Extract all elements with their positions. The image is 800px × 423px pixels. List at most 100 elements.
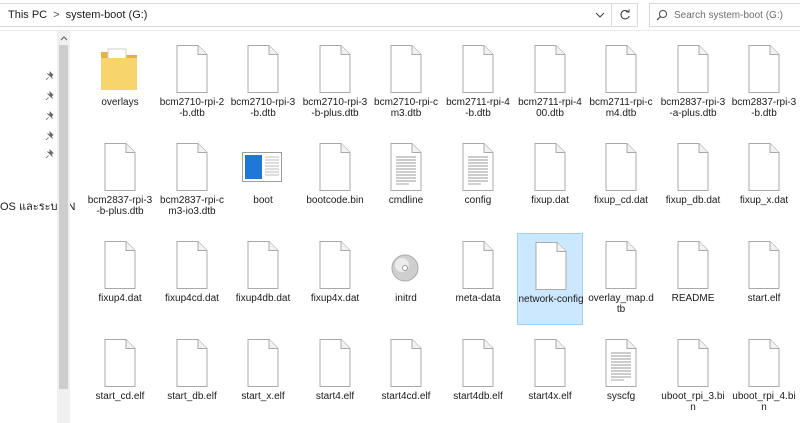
- text-document-icon: [457, 142, 497, 192]
- file-icon: [242, 338, 282, 388]
- file-item[interactable]: cmdline: [373, 135, 439, 227]
- file-name: fixup_x.dat: [739, 195, 789, 206]
- file-name: fixup.dat: [531, 195, 569, 206]
- file-item[interactable]: fixup4x.dat: [302, 233, 368, 325]
- file-item[interactable]: fixup4cd.dat: [159, 233, 225, 325]
- file-item[interactable]: uboot_rpi_3.bin: [660, 331, 726, 423]
- file-name: syscfg: [606, 391, 636, 402]
- file-name: bcm2710-rpi-3-b-plus.dtb: [302, 97, 368, 119]
- address-dropdown-button[interactable]: [589, 4, 611, 26]
- file-item[interactable]: start_db.elf: [159, 331, 225, 423]
- file-icon: [529, 338, 569, 388]
- file-item[interactable]: start4db.elf: [445, 331, 511, 423]
- address-bar[interactable]: This PC > system-boot (G:): [0, 3, 612, 27]
- file-name: start_cd.elf: [95, 391, 145, 402]
- file-item[interactable]: fixup4db.dat: [230, 233, 296, 325]
- file-name: start4db.elf: [453, 391, 503, 402]
- file-name: network-config: [518, 294, 584, 305]
- file-icon: [171, 142, 211, 192]
- pin-icon[interactable]: [45, 111, 55, 121]
- file-name: boot: [253, 195, 273, 206]
- file-item[interactable]: bcm2837-rpi-3-b.dtb: [731, 37, 797, 129]
- file-item[interactable]: overlays: [87, 37, 153, 129]
- file-item[interactable]: start4.elf: [302, 331, 368, 423]
- file-item[interactable]: bcm2837-rpi-3-b-plus.dtb: [87, 135, 153, 227]
- file-item[interactable]: bcm2710-rpi-cm3.dtb: [373, 37, 439, 129]
- file-icon: [99, 338, 139, 388]
- file-item[interactable]: start4x.elf: [517, 331, 583, 423]
- file-item[interactable]: bcm2710-rpi-3-b-plus.dtb: [302, 37, 368, 129]
- navigation-scrollbar[interactable]: [57, 31, 70, 423]
- file-name: fixup4cd.dat: [165, 293, 219, 304]
- file-icon: [672, 240, 712, 290]
- file-item[interactable]: fixup_db.dat: [660, 135, 726, 227]
- file-name: bcm2710-rpi-cm3.dtb: [374, 97, 438, 119]
- pin-icon[interactable]: [45, 71, 55, 81]
- file-item[interactable]: network-config: [517, 233, 584, 325]
- file-icon: [385, 338, 425, 388]
- file-item[interactable]: start_cd.elf: [87, 331, 153, 423]
- search-input[interactable]: [674, 9, 796, 21]
- file-item[interactable]: overlay_map.dtb: [588, 233, 654, 325]
- navigation-pane[interactable]: OS และระบบ N: [0, 31, 75, 423]
- file-item[interactable]: fixup4.dat: [87, 233, 153, 325]
- file-item[interactable]: fixup_x.dat: [731, 135, 797, 227]
- file-item[interactable]: boot: [230, 135, 296, 227]
- file-item[interactable]: bcm2711-rpi-4-b.dtb: [445, 37, 511, 129]
- file-icon: [99, 240, 139, 290]
- file-name: start4x.elf: [528, 391, 572, 402]
- file-item[interactable]: bcm2711-rpi-cm4.dtb: [588, 37, 654, 129]
- file-icon: [385, 44, 425, 94]
- file-item[interactable]: bcm2837-rpi-3-a-plus.dtb: [660, 37, 726, 129]
- refresh-button[interactable]: [612, 3, 638, 27]
- file-name: uboot_rpi_3.bin: [661, 391, 725, 413]
- file-icon: [171, 240, 211, 290]
- file-item[interactable]: bcm2837-rpi-cm3-io3.dtb: [159, 135, 225, 227]
- file-icon: [457, 44, 497, 94]
- file-item[interactable]: start4cd.elf: [373, 331, 439, 423]
- file-item[interactable]: config: [445, 135, 511, 227]
- search-box[interactable]: [649, 3, 800, 27]
- file-item[interactable]: README: [660, 233, 726, 325]
- file-item[interactable]: bcm2710-rpi-2-b.dtb: [159, 37, 225, 129]
- file-icon: [743, 44, 783, 94]
- file-name: cmdline: [388, 195, 424, 206]
- file-name: README: [671, 293, 715, 304]
- pin-icon[interactable]: [45, 91, 55, 101]
- file-item[interactable]: start_x.elf: [230, 331, 296, 423]
- file-item[interactable]: uboot_rpi_4.bin: [731, 331, 797, 423]
- file-icon: [457, 240, 497, 290]
- file-item[interactable]: start.elf: [731, 233, 797, 325]
- pin-icon[interactable]: [45, 131, 55, 141]
- file-icon: [171, 338, 211, 388]
- file-item[interactable]: bootcode.bin: [302, 135, 368, 227]
- file-item[interactable]: bcm2710-rpi-3-b.dtb: [230, 37, 296, 129]
- file-icon: [530, 241, 570, 291]
- file-item[interactable]: syscfg: [588, 331, 654, 423]
- file-icon: [529, 142, 569, 192]
- file-list[interactable]: overlays bcm2710-rpi-2-b.dtb bcm2710-rpi…: [71, 31, 800, 423]
- breadcrumb-current-drive[interactable]: system-boot (G:): [66, 9, 148, 21]
- breadcrumb-this-pc[interactable]: This PC: [0, 9, 47, 21]
- file-icon: [743, 240, 783, 290]
- breadcrumb-separator[interactable]: >: [47, 9, 65, 21]
- scrollbar-thumb[interactable]: [59, 45, 68, 389]
- file-item[interactable]: bcm2711-rpi-400.dtb: [517, 37, 583, 129]
- refresh-icon: [620, 9, 630, 20]
- pin-icon[interactable]: [45, 149, 55, 159]
- file-name: start4cd.elf: [381, 391, 431, 402]
- file-item[interactable]: fixup.dat: [517, 135, 583, 227]
- file-name: bcm2837-rpi-cm3-io3.dtb: [160, 195, 224, 217]
- file-name: bootcode.bin: [306, 195, 364, 206]
- file-item[interactable]: fixup_cd.dat: [588, 135, 654, 227]
- file-icon: [672, 142, 712, 192]
- file-name: initrd: [395, 293, 417, 304]
- file-item[interactable]: initrd: [373, 233, 439, 325]
- file-name: fixup_db.dat: [665, 195, 721, 206]
- file-name: bcm2710-rpi-3-b.dtb: [230, 97, 296, 119]
- file-name: uboot_rpi_4.bin: [732, 391, 796, 413]
- file-name: bcm2837-rpi-3-b-plus.dtb: [87, 195, 153, 217]
- scroll-up-button[interactable]: [57, 33, 70, 43]
- file-name: bcm2711-rpi-cm4.dtb: [589, 97, 653, 119]
- file-item[interactable]: meta-data: [445, 233, 511, 325]
